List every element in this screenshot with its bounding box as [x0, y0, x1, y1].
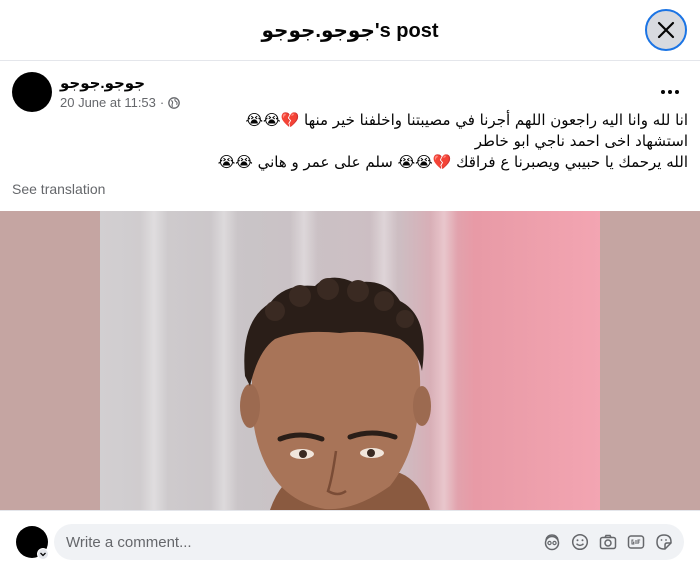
comment-bar — [0, 510, 700, 577]
comment-input-box[interactable] — [54, 524, 684, 560]
post-photo[interactable] — [100, 211, 600, 510]
dialog-title: جوجو.جوجو's post — [261, 20, 439, 42]
emoji-button[interactable] — [570, 532, 590, 552]
sticker-icon — [656, 534, 672, 550]
emoji-icon — [571, 533, 589, 551]
post-text-line: الله يرحمك يا حبيبي ويصبرنا ع فراقك 💔😭😭 … — [217, 153, 688, 171]
see-translation-link[interactable]: See translation — [12, 181, 105, 197]
post-text-line: استشهاد اخى احمد ناجي ابو خاطر — [474, 132, 688, 150]
close-button[interactable] — [645, 9, 687, 51]
author-name[interactable]: جوجو.جوجو — [60, 74, 145, 92]
post-text: انا لله وانا اليه راجعون اللهم أجرنا في … — [12, 110, 688, 173]
more-options-button[interactable] — [652, 78, 688, 106]
avatar-sticker-button[interactable] — [542, 532, 562, 552]
camera-button[interactable] — [598, 532, 618, 552]
meta-separator: · — [159, 95, 165, 110]
close-icon — [657, 21, 675, 39]
gif-icon — [627, 535, 645, 549]
profile-switcher[interactable] — [37, 548, 49, 560]
camera-icon — [599, 534, 617, 550]
post-text-line: انا لله وانا اليه راجعون اللهم أجرنا في … — [245, 111, 689, 129]
portrait-image — [240, 277, 431, 510]
post-timestamp[interactable]: 20 June at 11:53 — [60, 95, 156, 110]
chevron-down-icon — [40, 552, 46, 557]
author-avatar[interactable] — [12, 72, 52, 112]
sticker-button[interactable] — [654, 532, 674, 552]
dialog-header: جوجو.جوجو's post — [0, 0, 700, 61]
avatar-sticker-icon — [544, 534, 560, 551]
gif-button[interactable] — [626, 532, 646, 552]
globe-icon — [168, 96, 181, 109]
post-photo-container[interactable] — [0, 211, 700, 510]
comment-input[interactable] — [66, 524, 526, 560]
comment-input-icons — [542, 532, 674, 552]
more-options-icon — [661, 90, 679, 94]
post-meta: 20 June at 11:53 · — [60, 95, 181, 110]
